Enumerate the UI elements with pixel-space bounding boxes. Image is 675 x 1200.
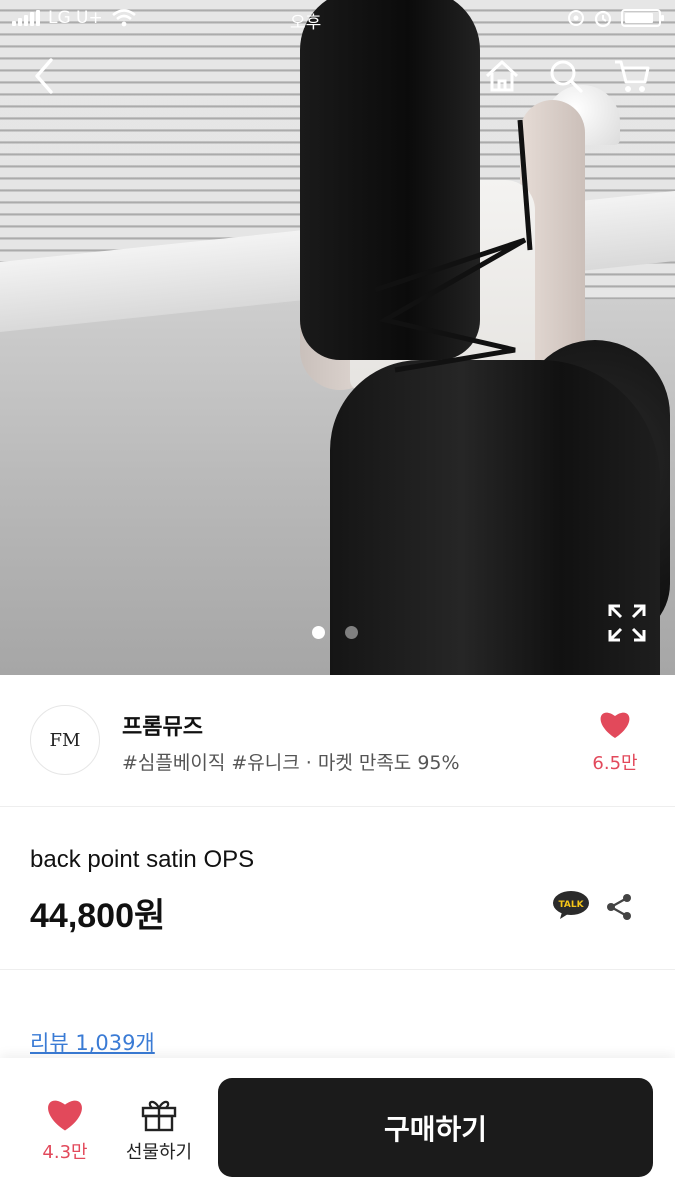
gift-label: 선물하기 bbox=[125, 1142, 193, 1163]
product-info: back point satin OPS 44,800원 TALK bbox=[0, 808, 675, 970]
shop-like-count: 6.5만 bbox=[592, 753, 638, 774]
at-icon bbox=[568, 10, 584, 26]
carousel-dot[interactable] bbox=[345, 626, 358, 639]
chevron-left-icon bbox=[35, 58, 53, 94]
heart-icon bbox=[600, 712, 630, 738]
expand-icon[interactable] bbox=[606, 602, 648, 644]
kakao-talk-label: TALK bbox=[558, 900, 584, 910]
product-price: 44,800원 bbox=[30, 897, 166, 935]
shop-info[interactable]: FM 프롬뮤즈 #심플베이직 #유니크 · 마켓 만족도 95% 6.5만 bbox=[0, 675, 675, 807]
gift-icon bbox=[141, 1100, 177, 1132]
status-time: 오후 bbox=[290, 13, 322, 33]
home-icon bbox=[485, 60, 519, 92]
alarm-icon bbox=[594, 10, 612, 28]
home-button[interactable] bbox=[478, 52, 526, 100]
search-button[interactable] bbox=[542, 52, 590, 100]
search-icon bbox=[550, 60, 583, 93]
shop-logo[interactable]: FM bbox=[30, 705, 100, 775]
dress-straps bbox=[374, 120, 533, 373]
cart-button[interactable] bbox=[608, 52, 656, 100]
product-name: back point satin OPS bbox=[30, 846, 255, 873]
carousel-indicator bbox=[312, 626, 358, 639]
like-count: 4.3만 bbox=[42, 1142, 88, 1163]
buy-button[interactable]: 구매하기 bbox=[218, 1078, 653, 1177]
signal-icon bbox=[12, 10, 40, 26]
wifi-icon bbox=[111, 9, 136, 27]
gift-button[interactable]: 선물하기 bbox=[117, 1096, 201, 1164]
share-icon[interactable] bbox=[604, 892, 634, 922]
back-button[interactable] bbox=[20, 52, 68, 100]
review-link[interactable]: 리뷰 1,039개 bbox=[30, 1027, 155, 1057]
shop-like-button[interactable]: 6.5만 bbox=[585, 709, 645, 775]
like-button[interactable]: 4.3만 bbox=[30, 1096, 100, 1164]
kakao-talk-icon[interactable]: TALK bbox=[552, 890, 590, 920]
shop-name[interactable]: 프롬뮤즈 bbox=[122, 709, 203, 741]
carousel-dot-active[interactable] bbox=[312, 626, 325, 639]
carrier-name: LG U+ bbox=[48, 8, 103, 28]
status-bar: LG U+ 오후 bbox=[0, 0, 675, 36]
product-image[interactable]: LG U+ 오후 bbox=[0, 0, 675, 675]
battery-icon bbox=[621, 9, 664, 27]
cart-icon bbox=[615, 60, 650, 92]
shop-tags: #심플베이직 #유니크 · 마켓 만족도 95% bbox=[122, 752, 460, 774]
bottom-action-bar: 4.3만 선물하기 구매하기 bbox=[0, 1058, 675, 1200]
heart-icon bbox=[48, 1100, 82, 1131]
